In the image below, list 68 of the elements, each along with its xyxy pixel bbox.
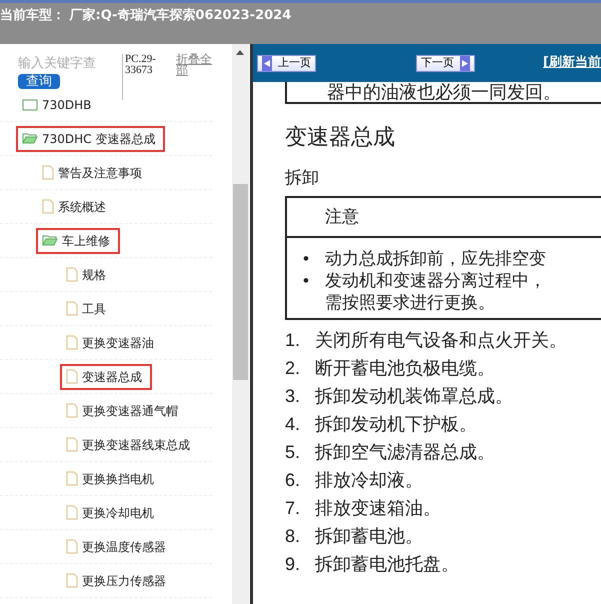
section-heading: 变速器总成	[285, 123, 396, 151]
step-number: 5.	[285, 440, 302, 464]
previous-page-button[interactable]: 上一页	[257, 54, 316, 72]
tree-item[interactable]: 更换冷却电机	[60, 500, 164, 526]
step-text: 拆卸发动机下护板。	[315, 412, 477, 436]
step-text: 断开蓄电池负极电缆。	[315, 356, 495, 380]
collapse-all-link[interactable]: 折叠全部	[176, 54, 216, 100]
document-icon	[66, 573, 78, 588]
bullet-text: 动力总成拆卸前，应先排空变	[325, 248, 546, 270]
tree-item[interactable]: 车上维修	[36, 228, 120, 254]
code-label: PC.29-33673	[122, 54, 168, 100]
scrollbar-thumb[interactable]	[233, 184, 248, 380]
document-text: 器中的油液也必须一同发回。	[285, 82, 601, 104]
tree-item[interactable]: 工具	[60, 296, 116, 322]
document-icon	[66, 335, 78, 350]
document-icon	[66, 437, 78, 452]
tree-item[interactable]: 警告及注意事项	[36, 160, 152, 186]
tree-item[interactable]: 规格	[60, 262, 116, 288]
step-text: 排放变速箱油。	[315, 496, 441, 520]
tree-item[interactable]: 730DHB	[16, 92, 102, 118]
step-text: 排放冷却液。	[315, 468, 423, 492]
document-icon	[42, 165, 54, 180]
tree-item[interactable]: 更换温度传感器	[60, 534, 176, 560]
window-title: 当前车型： 厂家:Q-奇瑞汽车探索062023-2024	[0, 8, 292, 23]
refresh-link[interactable]: [刷新当前	[543, 53, 601, 73]
tree-item[interactable]: 更换变速器通气帽	[60, 398, 188, 424]
scroll-up-icon[interactable]	[236, 50, 244, 55]
bullet-marker: •	[302, 270, 310, 292]
step-number: 6.	[285, 468, 302, 492]
step-number: 3.	[285, 384, 302, 408]
tree-item[interactable]: 系统概述	[36, 194, 116, 220]
document-icon	[66, 267, 78, 282]
document-icon	[66, 471, 78, 486]
left-arrow-icon	[264, 60, 270, 66]
step-number: 4.	[285, 412, 302, 436]
folder-icon	[22, 98, 38, 111]
step-text: 拆卸空气滤清器总成。	[315, 440, 495, 464]
step-text: 拆卸发动机装饰罩总成。	[315, 384, 513, 408]
open-folder-icon	[22, 132, 38, 145]
bullet-marker: •	[302, 248, 310, 270]
step-text: 关闭所有电气设备和点火开关。	[315, 328, 567, 352]
tree-item[interactable]: 730DHC 变速器总成	[16, 126, 166, 152]
document-icon	[42, 199, 54, 214]
document-icon	[66, 505, 78, 520]
notice-heading: 注意	[287, 198, 601, 238]
step-number: 7.	[285, 496, 302, 520]
scrollbar[interactable]	[232, 44, 249, 604]
open-folder-icon	[42, 234, 58, 247]
tree-item[interactable]: 更换压力传感器	[60, 568, 176, 594]
next-page-button[interactable]: 下一页	[416, 54, 476, 72]
tree-item[interactable]: 更换变速器油	[60, 330, 164, 356]
tree-item[interactable]: 更换换挡电机	[60, 466, 164, 492]
step-text: 拆卸蓄电池托盘。	[315, 552, 459, 576]
step-number: 9.	[285, 552, 302, 576]
step-number: 8.	[285, 524, 302, 548]
right-arrow-icon	[462, 60, 468, 66]
step-number: 2.	[285, 356, 302, 380]
tree-item[interactable]: 变速器总成	[60, 364, 152, 390]
document-icon	[66, 403, 78, 418]
bullet-text: 发动机和变速器分离过程中，需按照要求进行更换。	[325, 270, 547, 314]
document-icon	[66, 369, 78, 384]
tree-item[interactable]: 更换变速器线束总成	[60, 432, 200, 458]
step-number: 1.	[285, 328, 302, 352]
document-icon	[66, 539, 78, 554]
search-button[interactable]: 查询	[18, 74, 60, 88]
step-text: 拆卸蓄电池。	[315, 524, 423, 548]
subsection-heading: 拆卸	[285, 167, 320, 189]
document-icon	[66, 301, 78, 316]
